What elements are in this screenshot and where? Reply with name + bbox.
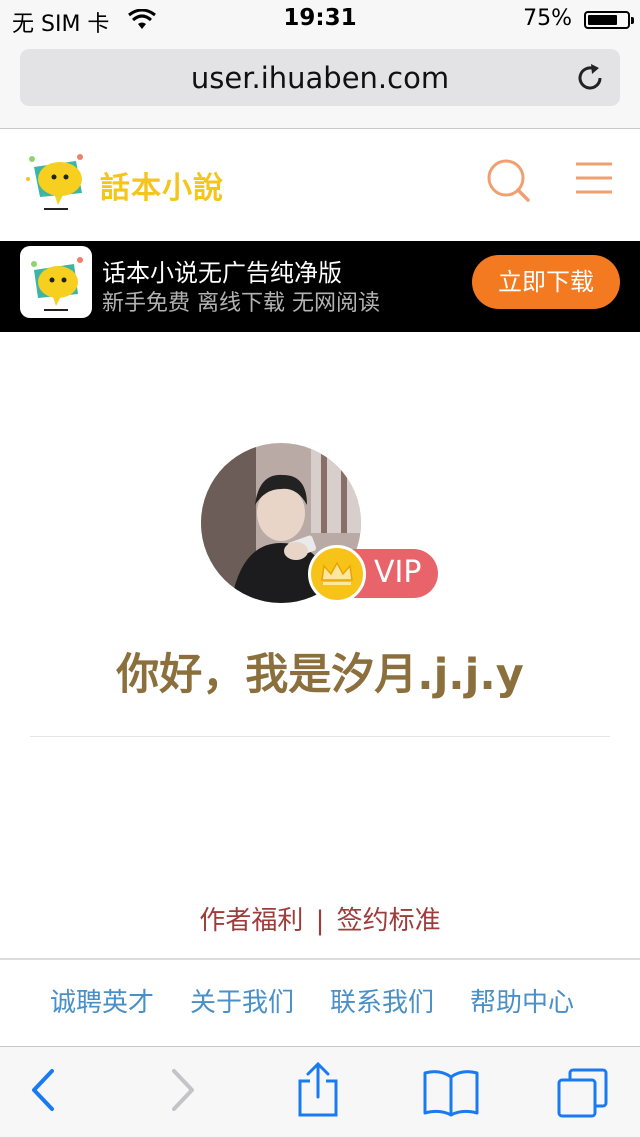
footer-divider xyxy=(0,958,640,960)
vip-label: VIP xyxy=(374,555,422,590)
crown-icon xyxy=(308,545,366,603)
browser-address-area: user.ihuaben.com xyxy=(0,40,640,129)
back-icon[interactable] xyxy=(28,1067,58,1113)
app-logo-icon xyxy=(31,257,83,311)
battery-level xyxy=(588,15,617,25)
reload-icon[interactable] xyxy=(574,62,606,94)
link-help-center[interactable]: 帮助中心 xyxy=(470,982,574,1019)
download-button[interactable]: 立即下载 xyxy=(472,255,620,309)
crown-glyph-icon xyxy=(321,561,353,585)
footer-separator: | xyxy=(315,906,325,936)
app-download-banner: 话本小说无广告纯净版 新手免费 离线下载 无网阅读 立即下载 xyxy=(0,241,640,332)
logo-icon[interactable] xyxy=(24,149,90,215)
battery-icon xyxy=(584,11,634,29)
app-icon xyxy=(20,246,92,318)
battery-percent: 75% xyxy=(523,6,572,31)
greeting-text: 你好，我是汐月.j.j.y xyxy=(116,650,524,700)
url-text[interactable]: user.ihuaben.com xyxy=(20,61,620,95)
banner-subtitle: 新手免费 离线下载 无网阅读 xyxy=(102,291,380,316)
logo-text[interactable]: 話本小說 xyxy=(100,163,224,207)
menu-icon[interactable] xyxy=(574,161,614,195)
banner-title: 话本小说无广告纯净版 xyxy=(102,259,342,287)
bookmarks-icon[interactable] xyxy=(422,1067,480,1117)
sign-standard-link[interactable]: 签约标准 xyxy=(337,906,441,936)
search-icon[interactable] xyxy=(485,157,531,203)
status-bar: 无 SIM 卡 19:31 75% xyxy=(0,0,640,40)
link-contact-us[interactable]: 联系我们 xyxy=(330,982,434,1019)
link-careers[interactable]: 诚聘英才 xyxy=(50,982,154,1019)
site-header: 話本小說 xyxy=(0,129,640,241)
tabs-icon[interactable] xyxy=(556,1067,610,1119)
divider xyxy=(30,736,610,737)
footer-links: 作者福利 | 签约标准 xyxy=(0,900,640,937)
forward-icon[interactable] xyxy=(168,1067,198,1113)
address-bar[interactable]: user.ihuaben.com xyxy=(20,49,620,106)
author-benefits-link[interactable]: 作者福利 xyxy=(199,906,303,936)
browser-toolbar xyxy=(0,1046,640,1137)
share-icon[interactable] xyxy=(296,1061,340,1119)
link-about-us[interactable]: 关于我们 xyxy=(190,982,294,1019)
